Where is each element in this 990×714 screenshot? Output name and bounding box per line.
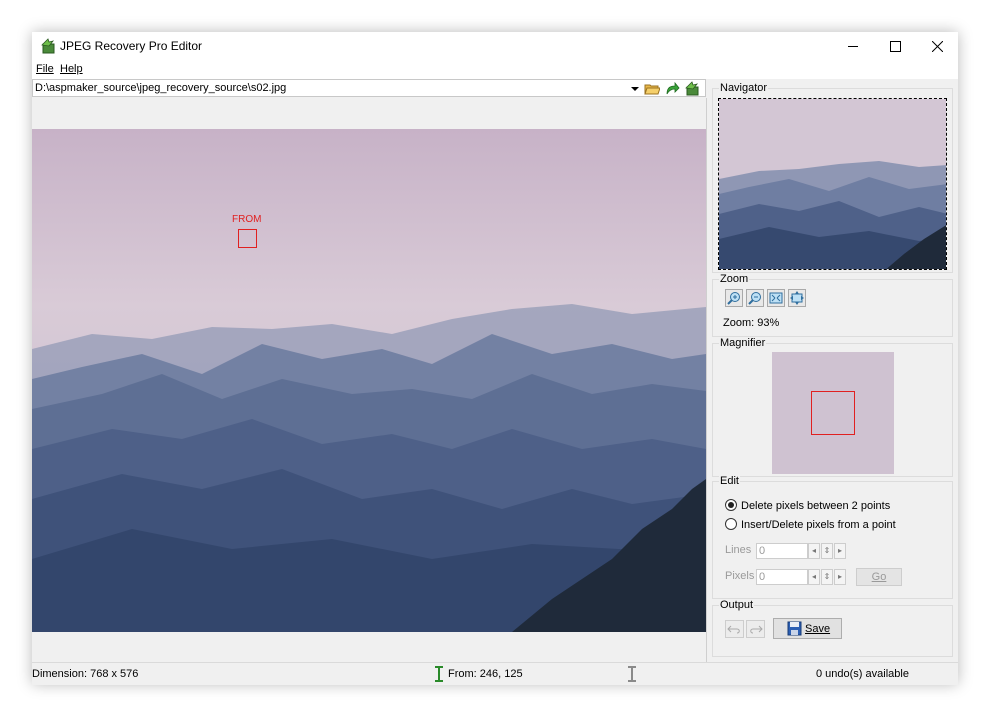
insert-delete-radio[interactable]: [725, 518, 737, 530]
menu-file-label: File: [36, 63, 54, 75]
window-title: JPEG Recovery Pro Editor: [60, 39, 203, 53]
zoom-fit-icon: [769, 292, 783, 304]
pixels-left-arrow-icon[interactable]: ◂: [808, 569, 820, 585]
navigator-panel: Navigator: [712, 82, 953, 273]
pixels-label: Pixels: [725, 570, 755, 582]
pixels-field[interactable]: 0: [756, 569, 808, 585]
lines-updown-icon[interactable]: ⇕: [821, 543, 833, 559]
redo-icon: [750, 625, 763, 634]
menu-bar: File Help: [32, 60, 958, 79]
status-dimension: Dimension: 768 x 576: [32, 668, 139, 680]
delete-between-label[interactable]: Delete pixels between 2 points: [741, 500, 890, 512]
lines-right-arrow-icon[interactable]: ▸: [834, 543, 846, 559]
pixels-updown-icon[interactable]: ⇕: [821, 569, 833, 585]
zoom-out-icon: [748, 292, 761, 305]
go-button[interactable]: Go: [856, 568, 902, 586]
zoom-actual-icon: [790, 291, 804, 305]
path-combobox[interactable]: D:\aspmaker_source\jpeg_recovery_source\…: [32, 79, 706, 97]
menu-help-label: Help: [60, 63, 83, 75]
delete-between-radio[interactable]: [725, 499, 737, 511]
status-undo: 0 undo(s) available: [816, 668, 909, 680]
maximize-button[interactable]: [874, 32, 916, 60]
close-icon: [932, 41, 943, 52]
lines-label: Lines: [725, 544, 752, 556]
from-marker-label: FROM: [232, 214, 262, 225]
minimize-button[interactable]: [832, 32, 874, 60]
zoom-in-icon: [727, 292, 740, 305]
menu-help[interactable]: Help: [60, 63, 83, 75]
minimize-icon: [848, 46, 858, 47]
image-canvas[interactable]: FROM: [32, 98, 707, 662]
maximize-icon: [890, 41, 901, 52]
edit-title: Edit: [719, 475, 740, 487]
navigator-title: Navigator: [719, 82, 769, 94]
save-button[interactable]: Save: [773, 618, 842, 639]
zoom-in-button[interactable]: [725, 289, 743, 307]
zoom-actual-button[interactable]: [788, 289, 806, 307]
output-title: Output: [719, 599, 755, 611]
status-bar: Dimension: 768 x 576 From: 246, 125 0 un…: [32, 662, 958, 685]
undo-button[interactable]: [725, 620, 744, 638]
from-marker-box[interactable]: [238, 229, 257, 248]
save-label: Save: [805, 623, 831, 635]
from-point-icon: [433, 666, 445, 685]
save-icon: [787, 621, 802, 636]
redo-arrow-icon[interactable]: [664, 81, 680, 96]
photo-image[interactable]: [32, 129, 706, 632]
open-folder-icon[interactable]: [644, 81, 661, 96]
lines-left-arrow-icon[interactable]: ◂: [808, 543, 820, 559]
recover-icon[interactable]: [684, 81, 700, 96]
path-text: D:\aspmaker_source\jpeg_recovery_source\…: [35, 82, 287, 94]
output-panel: Output Save: [712, 599, 953, 657]
to-point-icon: [626, 666, 638, 685]
magnifier-view: [772, 352, 894, 474]
insert-delete-label[interactable]: Insert/Delete pixels from a point: [741, 519, 896, 531]
lines-field[interactable]: 0: [756, 543, 808, 559]
close-button[interactable]: [916, 32, 958, 60]
status-from: From: 246, 125: [448, 668, 523, 680]
menu-file[interactable]: File: [36, 63, 54, 75]
app-icon: [40, 38, 56, 54]
zoom-panel: Zoom Zoom: 93%: [712, 273, 953, 337]
magnifier-panel: Magnifier: [712, 337, 953, 477]
zoom-fit-button[interactable]: [767, 289, 785, 307]
dropdown-arrow-icon[interactable]: [627, 81, 643, 96]
navigator-thumbnail[interactable]: [718, 98, 947, 270]
edit-panel: Edit Delete pixels between 2 points Inse…: [712, 475, 953, 599]
undo-icon: [727, 625, 740, 634]
magnifier-marker: [811, 391, 855, 435]
zoom-out-button[interactable]: [746, 289, 764, 307]
app-window: JPEG Recovery Pro Editor File Help D:\as…: [32, 32, 958, 685]
zoom-title: Zoom: [719, 273, 750, 285]
redo-button[interactable]: [746, 620, 765, 638]
zoom-level-text: Zoom: 93%: [723, 317, 780, 329]
title-bar: JPEG Recovery Pro Editor: [32, 32, 958, 60]
pixels-right-arrow-icon[interactable]: ▸: [834, 569, 846, 585]
magnifier-title: Magnifier: [719, 337, 767, 349]
